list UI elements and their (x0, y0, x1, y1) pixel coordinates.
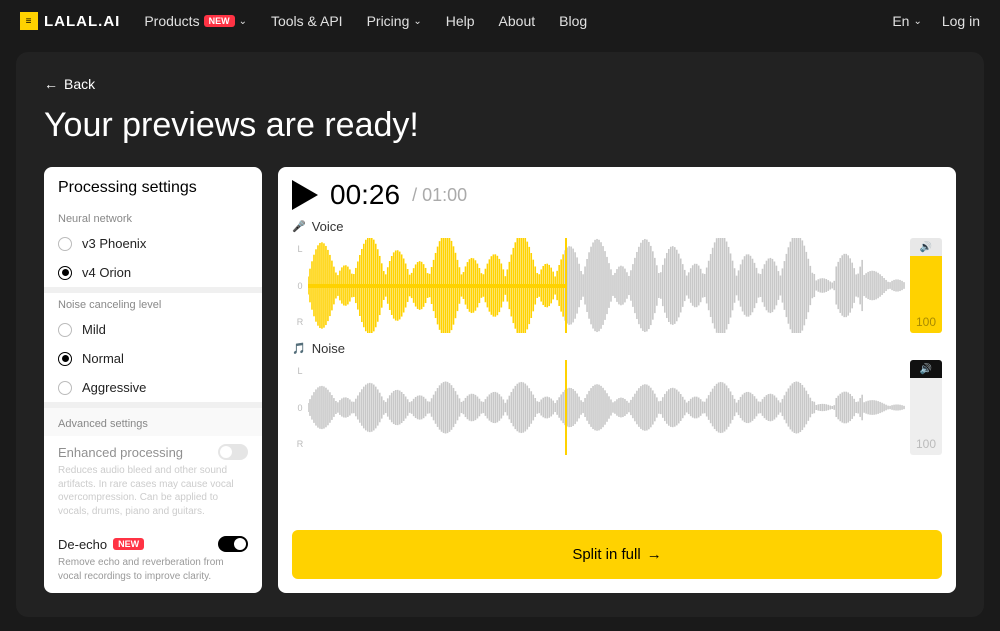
back-link[interactable]: ← Back (44, 76, 956, 92)
lang-switch[interactable]: En ⌄ (892, 13, 922, 29)
chevron-down-icon: ⌄ (413, 16, 421, 27)
enhanced-toggle[interactable] (218, 444, 248, 460)
track-noise: 🎵 Noise L 0 R 🔊 100 (292, 341, 942, 455)
lang-label: En (892, 13, 909, 29)
nav-pricing-label: Pricing (367, 13, 410, 29)
noise-volume-bar[interactable]: 100 (910, 378, 942, 455)
enhanced-title: Enhanced processing (58, 445, 183, 460)
ch-r: R (292, 439, 308, 449)
new-badge: NEW (204, 15, 235, 27)
time-total: / 01:00 (412, 185, 467, 206)
voice-volume: 🔊 100 (910, 238, 942, 333)
voice-waveform[interactable] (308, 238, 906, 333)
nav-tools-label: Tools & API (271, 13, 343, 29)
logo[interactable]: ≡ LALAL.AI (20, 12, 120, 30)
playhead[interactable] (565, 238, 567, 333)
nav-links: Products NEW ⌄ Tools & API Pricing ⌄ Hel… (144, 13, 587, 29)
enhanced-desc: Reduces audio bleed and other sound arti… (58, 464, 248, 518)
nav-about-label: About (499, 13, 536, 29)
radio-icon (58, 266, 72, 280)
deecho-desc: Remove echo and reverberation from vocal… (58, 556, 248, 583)
track-noise-label: Noise (312, 341, 345, 356)
noise-waveform-area: L 0 R 🔊 100 (292, 360, 942, 455)
main-panel: ← Back Your previews are ready! Processi… (16, 52, 984, 617)
played-region (308, 284, 565, 288)
login-label: Log in (942, 13, 980, 29)
time-current: 00:26 (330, 179, 400, 211)
nav-help[interactable]: Help (446, 13, 475, 29)
content-row: Processing settings Neural network v3 Ph… (44, 167, 956, 593)
neural-section-label: Neural network (44, 207, 262, 229)
radio-icon (58, 352, 72, 366)
radio-aggressive[interactable]: Aggressive (44, 373, 262, 402)
chevron-down-icon: ⌄ (239, 16, 247, 27)
nav-tools[interactable]: Tools & API (271, 13, 343, 29)
radio-icon (58, 237, 72, 251)
nav-blog[interactable]: Blog (559, 13, 587, 29)
enhanced-processing-item: Enhanced processing Reduces audio bleed … (44, 436, 262, 528)
split-button[interactable]: Split in full → (292, 530, 942, 579)
deecho-toggle[interactable] (218, 536, 248, 552)
radio-icon (58, 381, 72, 395)
player-header: 00:26 / 01:00 (292, 179, 942, 211)
radio-v3-phoenix[interactable]: v3 Phoenix (44, 229, 262, 258)
ch-0: 0 (292, 403, 308, 413)
note-icon: 🎵 (292, 342, 306, 355)
radio-label: v4 Orion (82, 265, 131, 280)
radio-label: Normal (82, 351, 124, 366)
nav-blog-label: Blog (559, 13, 587, 29)
arrow-right-icon: → (647, 546, 662, 563)
ch-0: 0 (292, 281, 308, 291)
track-voice-header: 🎤 Voice (292, 219, 942, 234)
radio-label: Mild (82, 322, 106, 337)
deecho-title-text: De-echo (58, 537, 107, 552)
chevron-down-icon: ⌄ (913, 16, 921, 27)
radio-icon (58, 323, 72, 337)
voice-waveform-area: L 0 R 🔊 100 (292, 238, 942, 333)
nav-about[interactable]: About (499, 13, 536, 29)
noise-waveform[interactable] (308, 360, 906, 455)
deecho-item: De-echo NEW Remove echo and reverberatio… (44, 528, 262, 593)
new-badge: NEW (113, 538, 144, 550)
advanced-label: Advanced settings (44, 408, 262, 436)
track-noise-header: 🎵 Noise (292, 341, 942, 356)
logo-icon: ≡ (20, 12, 38, 30)
brand-name: LALAL.AI (44, 13, 120, 30)
mic-icon: 🎤 (292, 220, 306, 233)
preview-panel: 00:26 / 01:00 🎤 Voice L 0 R (278, 167, 956, 593)
ch-r: R (292, 317, 308, 327)
noise-volume: 🔊 100 (910, 360, 942, 455)
login-link[interactable]: Log in (942, 13, 980, 29)
nav-right: En ⌄ Log in (892, 13, 980, 29)
back-label: Back (64, 76, 95, 92)
nav-pricing[interactable]: Pricing ⌄ (367, 13, 422, 29)
play-button[interactable] (292, 180, 318, 210)
settings-panel: Processing settings Neural network v3 Ph… (44, 167, 262, 593)
noise-section-label: Noise canceling level (44, 293, 262, 315)
radio-label: v3 Phoenix (82, 236, 146, 251)
navbar: ≡ LALAL.AI Products NEW ⌄ Tools & API Pr… (0, 0, 1000, 42)
arrow-left-icon: ← (44, 76, 58, 92)
voice-mute-button[interactable]: 🔊 (910, 238, 942, 256)
split-label: Split in full (572, 546, 640, 563)
ch-l: L (292, 366, 308, 376)
radio-label: Aggressive (82, 380, 146, 395)
noise-mute-button[interactable]: 🔊 (910, 360, 942, 378)
settings-title: Processing settings (44, 167, 262, 207)
ch-l: L (292, 244, 308, 254)
radio-normal[interactable]: Normal (44, 344, 262, 373)
track-voice: 🎤 Voice L 0 R 🔊 (292, 219, 942, 333)
nav-help-label: Help (446, 13, 475, 29)
nav-products-label: Products (144, 13, 199, 29)
channel-labels: L 0 R (292, 238, 308, 333)
nav-products[interactable]: Products NEW ⌄ (144, 13, 247, 29)
radio-mild[interactable]: Mild (44, 315, 262, 344)
voice-volume-bar[interactable]: 100 (910, 256, 942, 333)
page-title: Your previews are ready! (44, 106, 956, 145)
deecho-title: De-echo NEW (58, 537, 144, 552)
channel-labels: L 0 R (292, 360, 308, 455)
radio-v4-orion[interactable]: v4 Orion (44, 258, 262, 287)
playhead[interactable] (565, 360, 567, 455)
track-voice-label: Voice (312, 219, 344, 234)
